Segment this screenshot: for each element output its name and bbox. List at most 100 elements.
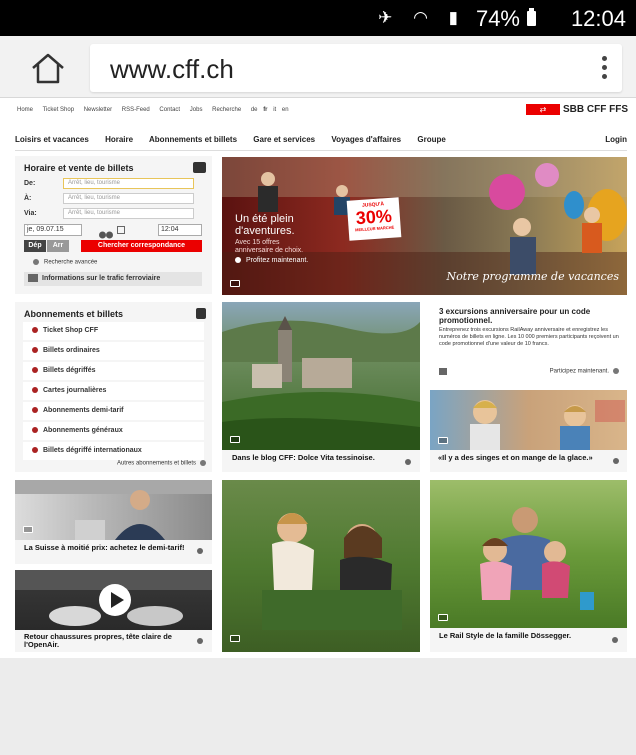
list-item-label: Billets dégriffé internationaux — [43, 447, 142, 454]
sbb-logo[interactable]: ⇄ SBB CFF FFS — [526, 104, 628, 115]
list-item-cartes-journalieres[interactable]: Cartes journalières — [23, 382, 204, 400]
blog-image — [222, 302, 420, 450]
arrow-bullet-icon — [613, 368, 619, 374]
topnav-rss[interactable]: RSS-Feed — [122, 107, 150, 113]
excursions-text: Entreprenez trois excursions RailAway an… — [439, 327, 619, 347]
openair-caption: Retour chaussures propres, tête claire d… — [24, 632, 172, 649]
singes-caption: «Il y a des singes et on mange de la gla… — [438, 453, 593, 462]
ticket-icon — [196, 308, 206, 319]
list-item-label: Billets dégriffés — [43, 367, 96, 374]
list-item-generaux[interactable]: Abonnements généraux — [23, 422, 204, 440]
topnav-contact[interactable]: Contact — [159, 107, 180, 113]
openair-teaser[interactable]: Retour chaussures propres, tête claire d… — [15, 570, 212, 652]
camera-icon — [438, 614, 448, 621]
from-label: De: — [24, 180, 36, 187]
hero-banner[interactable]: Un été plein d'aventures. Avec 15 offres… — [222, 157, 627, 295]
nav-voyages[interactable]: Voyages d'affaires — [331, 135, 401, 144]
nav-gare[interactable]: Gare et services — [253, 135, 315, 144]
camera-icon — [230, 635, 240, 642]
subscriptions-widget: Abonnements et billets Ticket Shop CFF B… — [15, 302, 212, 472]
arrow-icon — [405, 459, 411, 465]
list-item-label: Cartes journalières — [43, 387, 107, 394]
list-item-billets-degriffes[interactable]: Billets dégriffés — [23, 362, 204, 380]
clock: 12:04 — [570, 6, 626, 31]
demitarif-image — [15, 480, 212, 540]
hero-subtitle-line1: Avec 15 offres — [235, 239, 280, 246]
nav-loisirs[interactable]: Loisirs et vacances — [15, 135, 89, 144]
list-item-billets-ordinaires[interactable]: Billets ordinaires — [23, 342, 204, 360]
battery-icon — [527, 8, 536, 26]
arrow-bullet-icon — [32, 347, 38, 354]
arrow-icon — [613, 458, 619, 464]
list-item-label: Billets ordinaires — [43, 347, 100, 354]
browser-toolbar: www.cff.ch — [0, 36, 636, 98]
railstyle-teaser[interactable]: Le Rail Style de la famille Dössegger. — [430, 480, 627, 652]
excursions-title: 3 excursions anniversaire pour un code p… — [439, 307, 591, 325]
advanced-search-link[interactable]: Recherche avancée — [33, 259, 97, 266]
topnav-ticket-shop[interactable]: Ticket Shop — [43, 107, 74, 113]
demitarif-caption: La Suisse à moitié prix: achetez le demi… — [24, 543, 185, 552]
date-prev-next-icon[interactable] — [99, 226, 113, 239]
railstyle-image — [430, 480, 627, 628]
home-icon[interactable] — [28, 50, 68, 86]
sbb-logo-text: SBB CFF FFS — [563, 104, 628, 115]
battery-level: 74% — [475, 6, 520, 31]
hero-title-line1: Un été plein — [235, 213, 294, 225]
blog-caption: Dans le blog CFF: Dolce Vita tessinoise. — [232, 453, 375, 462]
list-item-internationaux[interactable]: Billets dégriffé internationaux — [23, 442, 204, 460]
camera-icon — [230, 280, 240, 287]
family-photo-teaser[interactable] — [222, 480, 420, 652]
lang-fr[interactable]: fr — [263, 107, 267, 113]
camera-icon — [230, 436, 240, 443]
departure-toggle[interactable]: Dép — [24, 240, 46, 252]
discount-badge: JUSQU'À 30% MEILLEUR MARCHÉ — [346, 197, 402, 241]
arrow-bullet-icon — [32, 407, 38, 414]
excursions-teaser[interactable]: 3 excursions anniversaire pour un code p… — [430, 302, 627, 384]
hero-cta[interactable]: Profitez maintenant. — [235, 257, 308, 264]
url-text[interactable]: www.cff.ch — [110, 54, 234, 85]
hero-subtitle-line2: anniversaire de choix. — [235, 247, 304, 254]
search-connection-button[interactable]: Chercher correspondance — [81, 240, 202, 252]
hero-title-line2: d'aventures. — [235, 225, 295, 237]
to-label: À: — [24, 195, 32, 202]
to-input[interactable]: Arrêt, lieu, tourisme — [63, 193, 194, 204]
topnav-home[interactable]: Home — [17, 107, 33, 113]
lang-de[interactable]: de — [251, 107, 258, 113]
topnav-newsletter[interactable]: Newsletter — [84, 107, 112, 113]
date-input[interactable]: je, 09.07.15 — [24, 224, 82, 236]
lang-it[interactable]: it — [273, 107, 276, 113]
via-label: Via: — [24, 210, 37, 217]
singes-image — [430, 390, 627, 450]
nav-abonnements[interactable]: Abonnements et billets — [149, 135, 237, 144]
advanced-search-label: Recherche avancée — [44, 259, 98, 266]
arrival-toggle[interactable]: Arr — [47, 240, 69, 252]
nav-groupe[interactable]: Groupe — [417, 135, 445, 144]
demitarif-teaser[interactable]: La Suisse à moitié prix: achetez le demi… — [15, 480, 212, 564]
top-navigation: Home Ticket Shop Newsletter RSS-Feed Con… — [17, 107, 297, 113]
arrow-bullet-icon — [235, 257, 241, 264]
url-field[interactable]: www.cff.ch — [90, 44, 622, 92]
traffic-info-button[interactable]: Informations sur le trafic ferroviaire — [24, 272, 202, 286]
login-link[interactable]: Login — [605, 135, 627, 144]
list-item-label: Abonnements demi-tarif — [43, 407, 124, 414]
lang-en[interactable]: en — [282, 107, 289, 113]
overflow-menu-icon[interactable] — [600, 56, 608, 80]
arrow-icon — [197, 638, 203, 644]
via-input[interactable]: Arrêt, lieu, tourisme — [63, 208, 194, 219]
time-input[interactable]: 12:04 — [158, 224, 202, 236]
camera-icon — [438, 437, 448, 444]
singes-teaser[interactable]: «Il y a des singes et on mange de la gla… — [430, 390, 627, 472]
blog-teaser[interactable]: Dans le blog CFF: Dolce Vita tessinoise. — [222, 302, 420, 472]
topnav-recherche[interactable]: Recherche — [212, 107, 241, 113]
topnav-jobs[interactable]: Jobs — [190, 107, 203, 113]
list-item-demi-tarif[interactable]: Abonnements demi-tarif — [23, 402, 204, 420]
nav-divider — [15, 150, 627, 151]
arrow-bullet-icon — [32, 387, 38, 394]
more-subscriptions-link[interactable]: Autres abonnements et billets — [117, 460, 206, 467]
from-input[interactable]: Arrêt, lieu, tourisme — [63, 178, 194, 189]
excursions-cta[interactable]: Participez maintenant. — [550, 368, 619, 375]
calendar-icon[interactable] — [117, 226, 125, 234]
play-button-icon[interactable] — [99, 584, 131, 616]
nav-horaire[interactable]: Horaire — [105, 135, 133, 144]
list-item-ticket-shop[interactable]: Ticket Shop CFF — [23, 322, 204, 340]
